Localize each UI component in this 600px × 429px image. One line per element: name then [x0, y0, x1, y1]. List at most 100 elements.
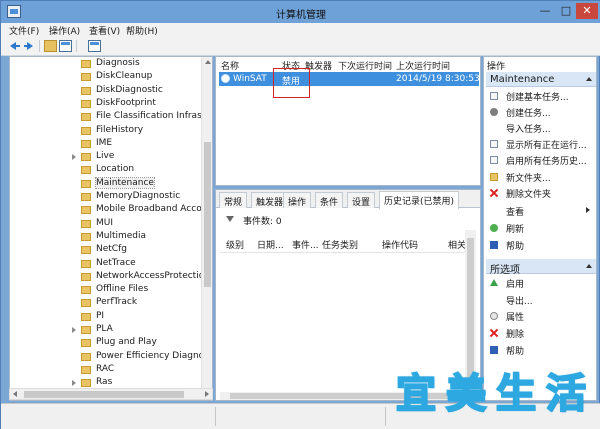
action-new-folder[interactable]: 新文件夹...: [488, 170, 592, 184]
task-name: WinSAT: [233, 74, 267, 84]
tree-item[interactable]: NetworkAccessProtection: [10, 271, 210, 284]
action-label: 创建任务...: [506, 109, 551, 119]
tree-item[interactable]: DiskFootprint: [10, 98, 200, 111]
expand-arrow-icon[interactable]: [72, 154, 76, 161]
maximize-button[interactable]: □: [556, 3, 576, 19]
tree-item[interactable]: NetCfg: [10, 244, 200, 257]
minimize-button[interactable]: —: [535, 3, 555, 19]
tree-item[interactable]: File Classification Infrastruc: [10, 111, 212, 124]
tree-item[interactable]: Live: [10, 151, 200, 164]
tree-item[interactable]: Maintenance: [10, 176, 200, 191]
column-header-level[interactable]: 级别: [226, 238, 244, 251]
scrollbar-thumb[interactable]: [467, 238, 474, 378]
properties-panel-icon[interactable]: [88, 40, 101, 52]
tree-item[interactable]: MemoryDiagnostic: [10, 191, 200, 204]
column-header-opcode[interactable]: 操作代码: [382, 238, 418, 251]
action-refresh[interactable]: 刷新: [488, 221, 592, 235]
scroll-right-arrow-icon[interactable]: [205, 391, 209, 397]
action-enable[interactable]: 启用: [488, 276, 592, 290]
tree-item-label: FileHistory: [96, 124, 144, 135]
tree-item[interactable]: Location: [10, 164, 200, 177]
collapse-caret-icon[interactable]: [586, 264, 592, 268]
tree-item-label: Multimedia: [96, 230, 147, 241]
action-display-running[interactable]: 显示所有正在运行...: [488, 137, 592, 151]
column-header-task-category[interactable]: 任务类别: [322, 238, 358, 251]
action-view[interactable]: 查看: [488, 204, 592, 218]
action-delete[interactable]: 删除: [488, 326, 592, 340]
scrollbar-thumb[interactable]: [24, 391, 184, 398]
action-help-selected[interactable]: 帮助: [488, 343, 592, 357]
section-selected-item[interactable]: 所选项: [486, 259, 596, 276]
collapse-caret-icon[interactable]: [586, 77, 592, 81]
expand-arrow-icon[interactable]: [72, 327, 76, 333]
scrollbar-thumb[interactable]: [204, 142, 211, 287]
task-row[interactable]: WinSAT 禁用 2014/5/19 8:30:53: [219, 72, 480, 87]
tree-item[interactable]: PI: [10, 311, 200, 324]
tree-item-label: IME: [96, 137, 113, 148]
tab-history[interactable]: 历史记录(已禁用): [379, 191, 460, 209]
watermark-char: 宜: [395, 370, 437, 418]
action-export[interactable]: 导出...: [488, 293, 592, 307]
action-enable-history[interactable]: 启用所有任务历史...: [488, 153, 592, 167]
tree-item[interactable]: DiskCleanup: [10, 71, 200, 84]
tree-item[interactable]: FileHistory: [10, 125, 200, 138]
menu-help[interactable]: 帮助(H): [126, 24, 158, 37]
watermark-logo: 宜 美 生 活: [394, 370, 594, 419]
event-columns: 级别 日期... 事件... 任务类别 操作代码 相关: [220, 238, 466, 251]
tree-vertical-scrollbar[interactable]: [201, 57, 212, 400]
details-vertical-scrollbar[interactable]: [465, 230, 476, 392]
console-tree[interactable]: Diagnosis DiskCleanup DiskDiagnostic DiskFo…: [9, 56, 213, 401]
column-header-event[interactable]: 事件...: [292, 238, 319, 251]
action-help[interactable]: 帮助: [488, 238, 592, 252]
action-create-basic-task[interactable]: 创建基本任务...: [488, 89, 592, 103]
tree-item[interactable]: NetTrace: [10, 258, 200, 271]
tree-item[interactable]: Diagnosis: [10, 58, 200, 71]
column-header-next-run[interactable]: 下次运行时间: [338, 59, 392, 72]
action-label: 启用: [506, 280, 525, 290]
folder-icon: [81, 60, 91, 68]
title-bar[interactable]: 计算机管理 — □ ✕: [1, 1, 600, 23]
tree-item[interactable]: MUI: [10, 218, 200, 231]
tree-item[interactable]: Offline Files: [10, 284, 200, 297]
tab-actions[interactable]: 操作: [283, 192, 312, 208]
show-hide-console-tree-icon[interactable]: [59, 40, 72, 52]
tree-item[interactable]: PLA: [10, 324, 200, 337]
tree-item[interactable]: RAC: [10, 364, 200, 377]
action-properties[interactable]: 属性: [488, 309, 592, 323]
scroll-left-arrow-icon[interactable]: [13, 391, 17, 397]
task-list[interactable]: 名称 状态 触发器 下次运行时间 上次运行时间 WinSAT 禁用 2014/5…: [215, 56, 481, 186]
scroll-up-arrow-icon[interactable]: [205, 60, 211, 64]
menu-view[interactable]: 查看(V): [89, 24, 120, 37]
column-header-last-run[interactable]: 上次运行时间: [396, 59, 450, 72]
column-header-date[interactable]: 日期...: [257, 238, 284, 251]
action-import-task[interactable]: 导入任务...: [488, 121, 592, 135]
tree-item[interactable]: Mobile Broadband Accou: [10, 204, 207, 217]
new-folder-icon: [490, 173, 498, 181]
expand-arrow-icon[interactable]: [72, 380, 76, 387]
tree-item-label: NetCfg: [96, 244, 127, 255]
menu-file[interactable]: 文件(F): [9, 24, 39, 37]
tree-item[interactable]: Plug and Play: [10, 337, 200, 350]
create-task-icon: [490, 108, 498, 116]
tab-general[interactable]: 常规: [219, 192, 248, 208]
tab-settings[interactable]: 设置: [347, 192, 376, 208]
close-button[interactable]: ✕: [576, 3, 598, 19]
back-arrow-icon[interactable]: [9, 40, 22, 52]
filter-icon[interactable]: [226, 216, 234, 222]
action-create-task[interactable]: 创建任务...: [488, 105, 592, 119]
column-header-name[interactable]: 名称: [221, 59, 239, 72]
forward-arrow-icon[interactable]: [23, 40, 36, 52]
tree-item[interactable]: IME: [10, 138, 200, 151]
column-header-related[interactable]: 相关: [448, 238, 466, 251]
section-maintenance[interactable]: Maintenance: [486, 72, 596, 87]
tree-item[interactable]: Multimedia: [10, 231, 200, 244]
tree-item[interactable]: DiskDiagnostic: [10, 85, 200, 98]
action-delete-folder[interactable]: 删除文件夹: [488, 186, 592, 200]
tree-horizontal-scrollbar[interactable]: [9, 388, 213, 400]
up-folder-icon[interactable]: [44, 40, 57, 52]
submenu-arrow-icon: [586, 207, 590, 213]
tree-item[interactable]: Power Efficiency Diagnosti: [10, 351, 212, 364]
menu-action[interactable]: 操作(A): [49, 24, 80, 37]
tree-item[interactable]: PerfTrack: [10, 297, 200, 310]
tab-conditions[interactable]: 条件: [315, 192, 344, 208]
